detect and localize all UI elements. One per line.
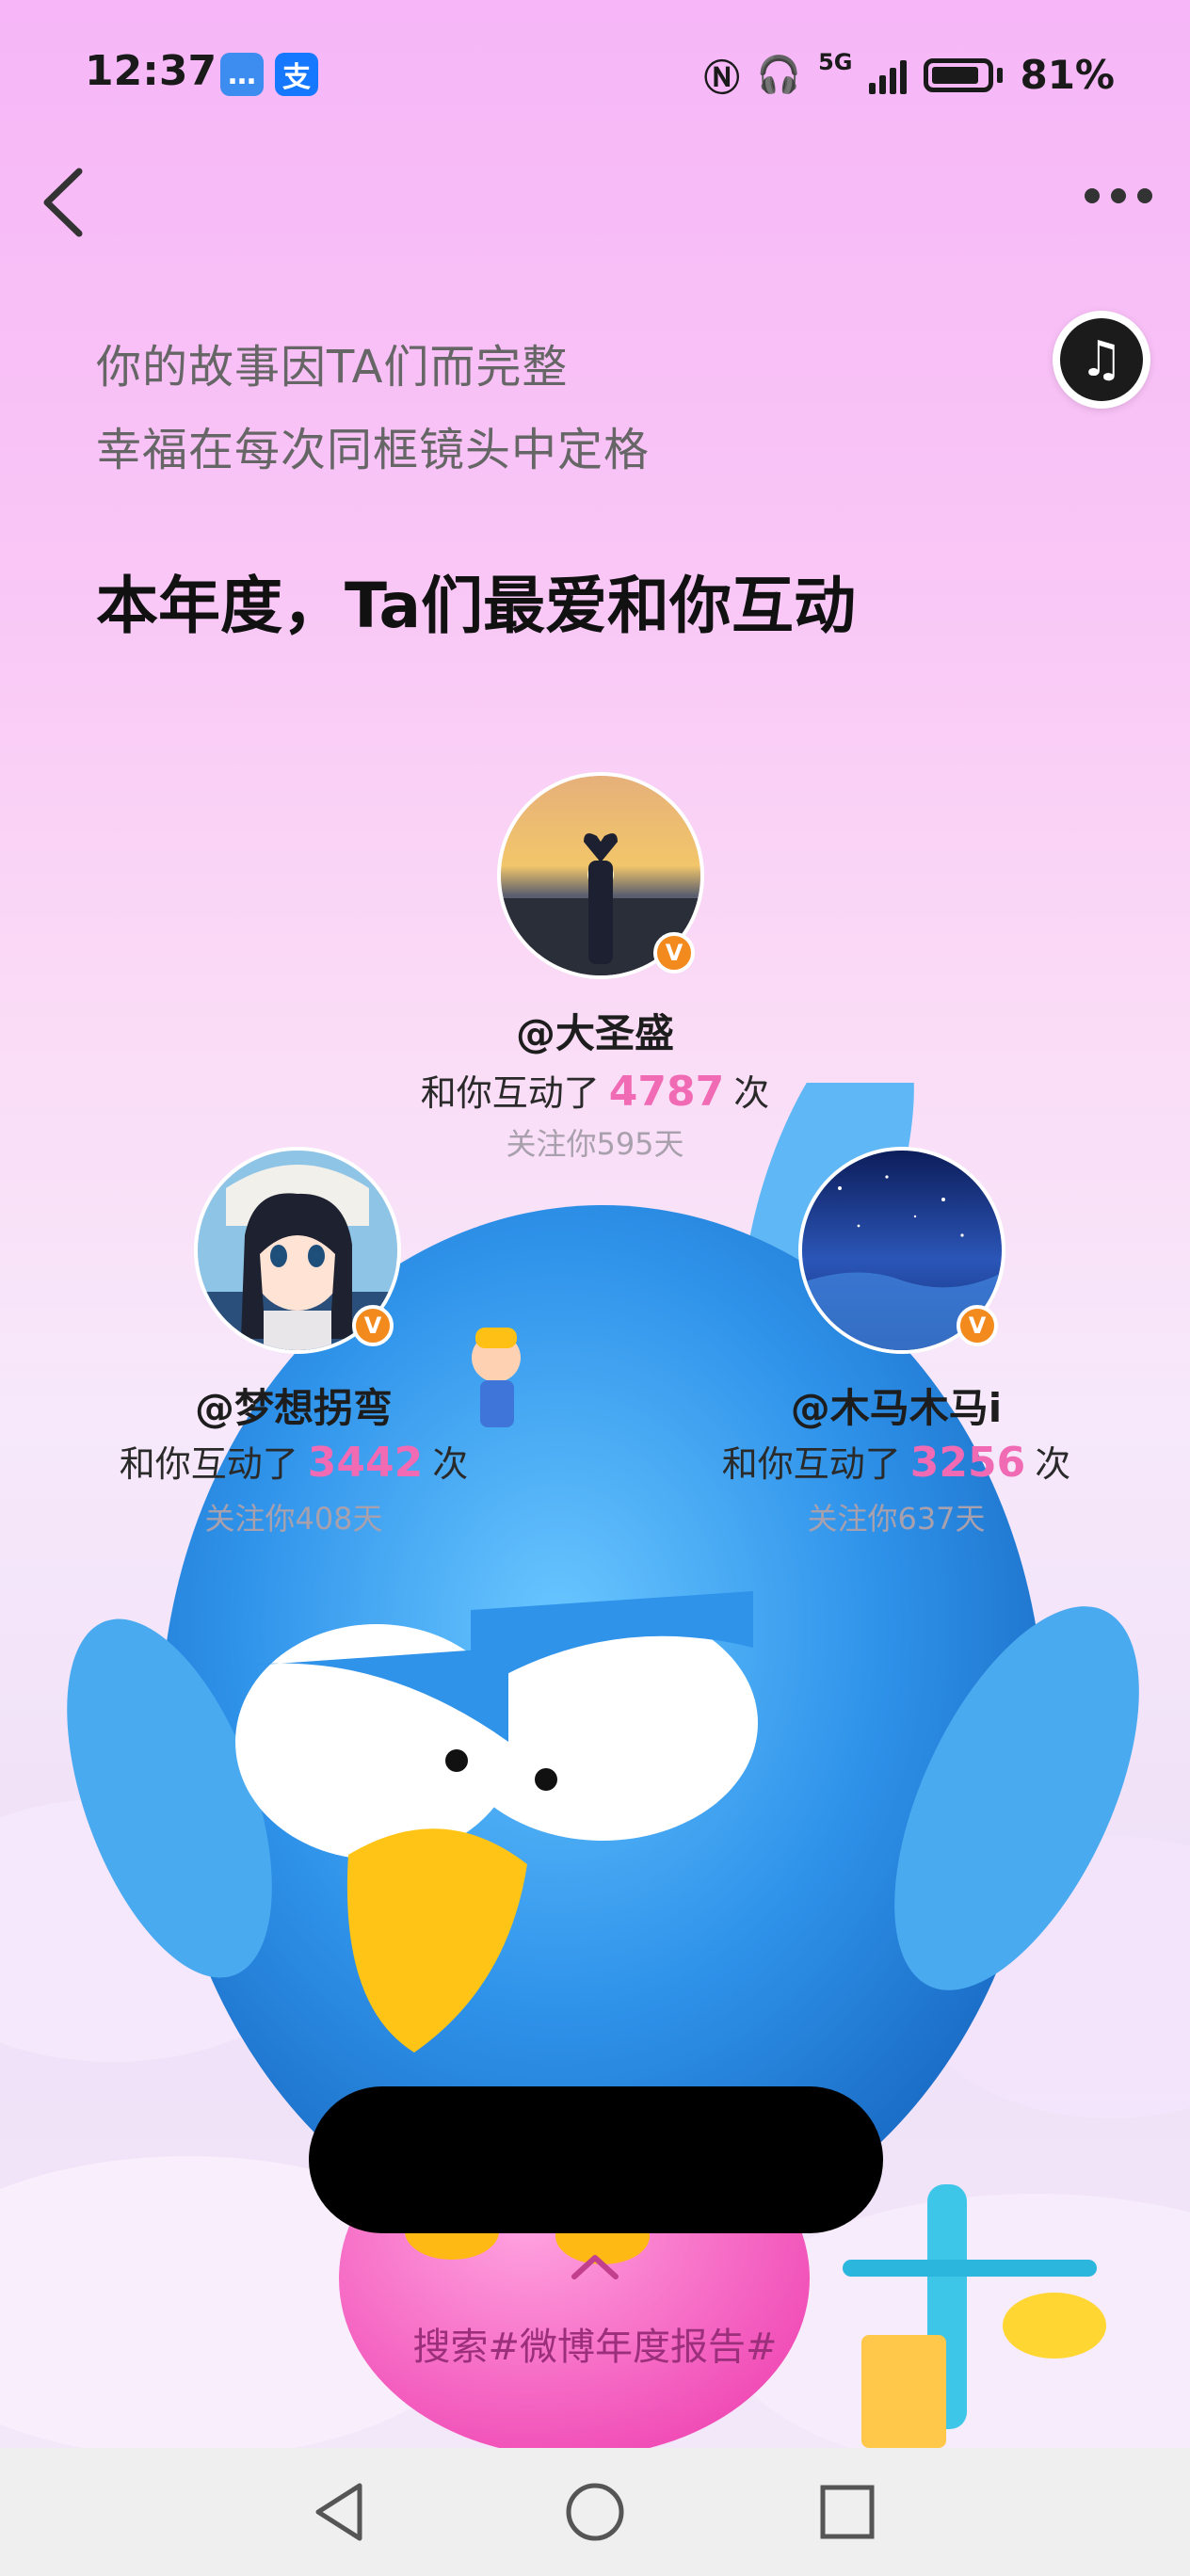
battery-icon (924, 57, 994, 92)
count-prefix: 和你互动了 (420, 1072, 600, 1114)
network-type: 5G (818, 49, 853, 75)
status-indicators: Ⓝ 🎧 5G 81% (704, 49, 1115, 101)
message-bubble-icon: … (220, 53, 264, 96)
user-3-name[interactable]: @木马木马i (708, 1377, 1085, 1434)
count-value: 3256 (909, 1439, 1026, 1487)
nav-home-icon[interactable] (559, 2476, 631, 2548)
nfc-icon: Ⓝ (703, 57, 740, 99)
user-3-follow-days: 关注你637天 (807, 1501, 986, 1537)
user-2-follow-days: 关注你408天 (204, 1501, 383, 1537)
user-1-interaction-count: 和你互动了 4787 次 (360, 1064, 830, 1116)
intro-line-2: 幸福在每次同框镜头中定格 (96, 424, 651, 476)
user-1-name[interactable]: @大圣盛 (407, 1002, 783, 1059)
user-2-interaction-count: 和你互动了 3442 次 (58, 1435, 529, 1487)
music-note-icon: ♫ (1060, 318, 1143, 401)
count-prefix: 和你互动了 (119, 1443, 298, 1485)
page-title: 本年度，Ta们最爱和你互动 (96, 570, 857, 642)
mascot-illustration (0, 1083, 1190, 2448)
count-prefix: 和你互动了 (721, 1443, 901, 1485)
chevron-up-icon[interactable] (567, 2248, 623, 2286)
user-1-follow-days: 关注你595天 (506, 1126, 684, 1162)
signal-icon (869, 56, 908, 94)
alipay-icon: 支 (275, 53, 318, 96)
nav-back-icon[interactable] (305, 2476, 377, 2548)
headphones-icon: 🎧 (756, 54, 802, 95)
count-suffix: 次 (432, 1443, 469, 1485)
search-hashtag-hint[interactable]: 搜索#微博年度报告# (0, 2316, 1190, 2371)
nav-recents-icon[interactable] (812, 2476, 883, 2548)
status-time: 12:37 (85, 47, 217, 95)
count-value: 3442 (307, 1439, 424, 1487)
count-suffix: 次 (1035, 1443, 1071, 1485)
share-button[interactable] (309, 2086, 883, 2233)
user-2-name[interactable]: @梦想拐弯 (105, 1377, 482, 1434)
music-toggle-button[interactable]: ♫ (1053, 311, 1150, 409)
battery-percent: 81% (1020, 52, 1115, 98)
verified-badge-icon: V (957, 1305, 998, 1346)
verified-badge-icon: V (352, 1305, 394, 1346)
battery-cap (997, 67, 1004, 83)
verified-badge-icon: V (653, 932, 695, 974)
more-dots-icon[interactable] (1085, 188, 1152, 203)
intro-line-1: 你的故事因TA们而完整 (96, 341, 569, 394)
count-value: 4787 (608, 1068, 725, 1116)
chevron-left-icon[interactable] (38, 160, 94, 245)
count-suffix: 次 (733, 1072, 770, 1114)
user-3-interaction-count: 和你互动了 3256 次 (661, 1435, 1132, 1487)
